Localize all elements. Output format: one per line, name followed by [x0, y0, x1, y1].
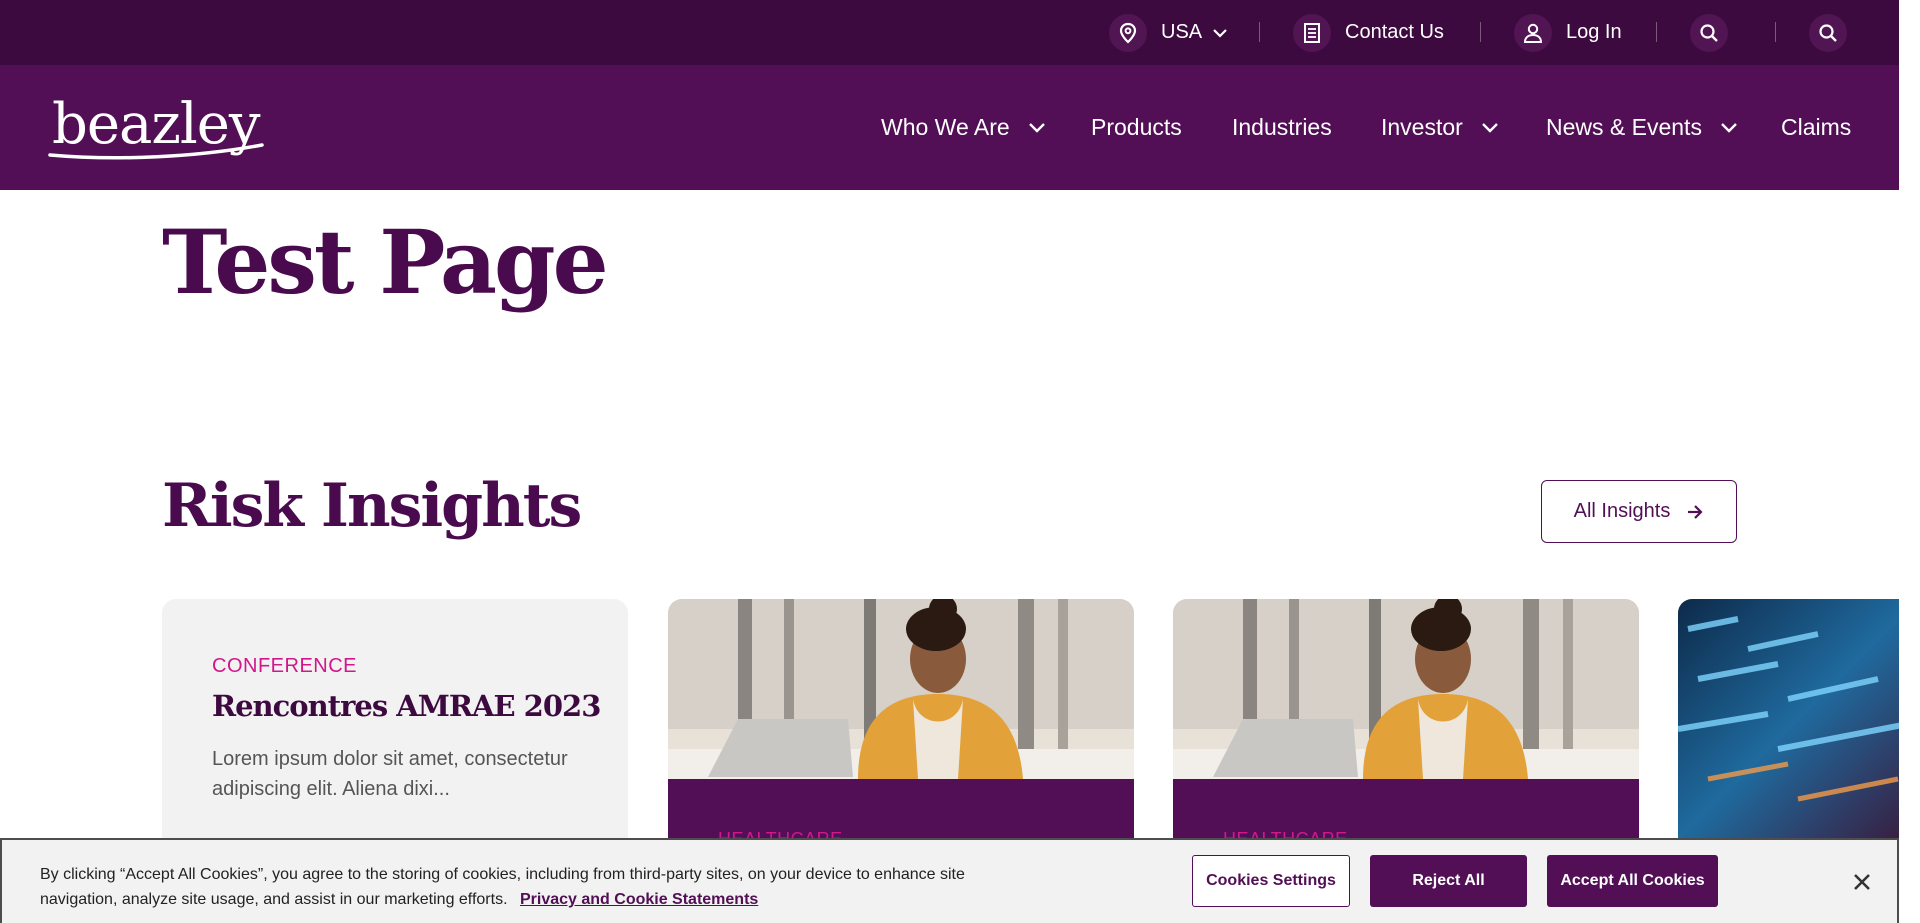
- chevron-down-icon: [1028, 122, 1046, 133]
- separator: [1259, 22, 1260, 42]
- log-in-link[interactable]: Log In: [1514, 0, 1622, 65]
- separator: [1480, 22, 1481, 42]
- page-title: Test Page: [162, 210, 609, 314]
- privacy-cookie-link[interactable]: Privacy and Cookie Statements: [520, 891, 758, 908]
- location-pin-icon: [1109, 13, 1147, 52]
- search-button-secondary[interactable]: [1809, 0, 1847, 65]
- all-insights-button[interactable]: All Insights: [1541, 480, 1737, 543]
- nav-industries-label: Industries: [1232, 114, 1332, 140]
- logo-swoosh: [48, 143, 264, 160]
- nav-products-label: Products: [1091, 114, 1182, 140]
- search-icon: [1690, 13, 1728, 52]
- nav-who-we-are-label: Who We Are: [881, 114, 1010, 140]
- cookie-message-text: By clicking “Accept All Cookies”, you ag…: [40, 866, 965, 908]
- insight-card[interactable]: CONFERENCE Rencontres AMRAE 2023 Lorem i…: [162, 599, 628, 859]
- contact-us-link[interactable]: Contact Us: [1293, 0, 1444, 65]
- contact-us-label: Contact Us: [1345, 21, 1444, 43]
- woman-with-laptop-photo: [1173, 599, 1639, 779]
- card-excerpt: Lorem ipsum dolor sit amet, consectetur …: [212, 748, 568, 800]
- insight-card[interactable]: HEALTHCARE: [668, 599, 1134, 859]
- insight-card[interactable]: [1678, 599, 1899, 859]
- nav-products[interactable]: Products: [1091, 65, 1182, 190]
- page: USA Contact Us Log In beazley Who We Are…: [0, 0, 1899, 923]
- chevron-down-icon: [1212, 28, 1228, 38]
- chevron-down-icon: [1481, 122, 1499, 133]
- chevron-down-icon: [1720, 122, 1738, 133]
- log-in-label: Log In: [1566, 21, 1622, 43]
- woman-with-laptop-photo: [668, 599, 1134, 779]
- document-icon: [1293, 13, 1331, 52]
- region-selector[interactable]: USA: [1109, 0, 1228, 65]
- utility-bar: USA Contact Us Log In: [0, 0, 1899, 65]
- nav-news-events[interactable]: News & Events: [1546, 65, 1738, 190]
- nav-claims[interactable]: Claims: [1781, 65, 1851, 190]
- nav-claims-label: Claims: [1781, 114, 1852, 140]
- all-insights-label: All Insights: [1573, 500, 1671, 522]
- digital-data-photo: [1678, 599, 1899, 839]
- main-navigation: beazley Who We Are Products Industries I…: [0, 65, 1899, 190]
- scrollbar[interactable]: [1899, 0, 1920, 923]
- card-category: CONFERENCE: [212, 655, 358, 677]
- reject-all-button[interactable]: Reject All: [1370, 855, 1527, 907]
- nav-investor[interactable]: Investor: [1381, 65, 1499, 190]
- insight-card[interactable]: HEALTHCARE: [1173, 599, 1639, 859]
- arrow-right-icon: [1686, 504, 1704, 520]
- nav-news-events-label: News & Events: [1546, 114, 1702, 140]
- search-button[interactable]: [1690, 0, 1728, 65]
- cookie-banner: By clicking “Accept All Cookies”, you ag…: [0, 838, 1899, 923]
- user-icon: [1514, 13, 1552, 52]
- cookies-settings-button[interactable]: Cookies Settings: [1192, 855, 1350, 907]
- card-title: Rencontres AMRAE 2023: [212, 689, 601, 723]
- nav-investor-label: Investor: [1381, 114, 1463, 140]
- accept-all-cookies-button[interactable]: Accept All Cookies: [1547, 855, 1718, 907]
- cookie-message: By clicking “Accept All Cookies”, you ag…: [40, 862, 1000, 912]
- search-icon: [1809, 13, 1847, 52]
- nav-industries[interactable]: Industries: [1232, 65, 1332, 190]
- section-title: Risk Insights: [162, 471, 582, 541]
- nav-who-we-are[interactable]: Who We Are: [881, 65, 1046, 190]
- separator: [1775, 22, 1776, 42]
- beazley-logo[interactable]: beazley: [48, 91, 264, 165]
- region-label: USA: [1161, 21, 1203, 43]
- separator: [1656, 22, 1657, 42]
- close-icon[interactable]: [1850, 870, 1874, 894]
